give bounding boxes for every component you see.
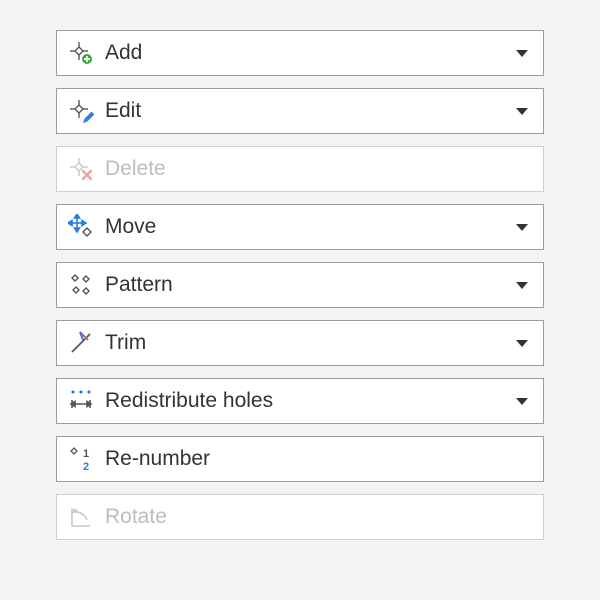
rotate-button: Rotate bbox=[56, 494, 544, 540]
renumber-label: Re-number bbox=[105, 447, 531, 471]
trim-button[interactable]: Trim bbox=[56, 320, 544, 366]
add-button[interactable]: Add bbox=[56, 30, 544, 76]
renumber-button[interactable]: 1 2 Re-number bbox=[56, 436, 544, 482]
chevron-down-icon bbox=[513, 44, 531, 62]
add-hole-icon bbox=[67, 39, 95, 67]
move-hole-icon bbox=[67, 213, 95, 241]
trim-icon bbox=[67, 329, 95, 357]
pattern-button[interactable]: Pattern bbox=[56, 262, 544, 308]
trim-label: Trim bbox=[105, 331, 513, 355]
move-button[interactable]: Move bbox=[56, 204, 544, 250]
rotate-icon bbox=[67, 503, 95, 531]
delete-hole-icon bbox=[67, 155, 95, 183]
renumber-icon: 1 2 bbox=[67, 445, 95, 473]
move-label: Move bbox=[105, 215, 513, 239]
edit-label: Edit bbox=[105, 99, 513, 123]
chevron-down-icon bbox=[513, 392, 531, 410]
redistribute-icon bbox=[67, 387, 95, 415]
chevron-down-icon bbox=[513, 334, 531, 352]
chevron-down-icon bbox=[513, 218, 531, 236]
pattern-icon bbox=[67, 271, 95, 299]
svg-text:2: 2 bbox=[83, 461, 89, 472]
chevron-down-icon bbox=[513, 102, 531, 120]
delete-label: Delete bbox=[105, 157, 531, 181]
edit-button[interactable]: Edit bbox=[56, 88, 544, 134]
rotate-label: Rotate bbox=[105, 505, 531, 529]
pattern-label: Pattern bbox=[105, 273, 513, 297]
delete-button: Delete bbox=[56, 146, 544, 192]
chevron-down-icon bbox=[513, 276, 531, 294]
edit-hole-icon bbox=[67, 97, 95, 125]
svg-text:1: 1 bbox=[83, 448, 89, 460]
hole-operations-panel: Add Edit bbox=[0, 0, 600, 570]
redistribute-button[interactable]: Redistribute holes bbox=[56, 378, 544, 424]
redistribute-label: Redistribute holes bbox=[105, 389, 513, 413]
add-label: Add bbox=[105, 41, 513, 65]
